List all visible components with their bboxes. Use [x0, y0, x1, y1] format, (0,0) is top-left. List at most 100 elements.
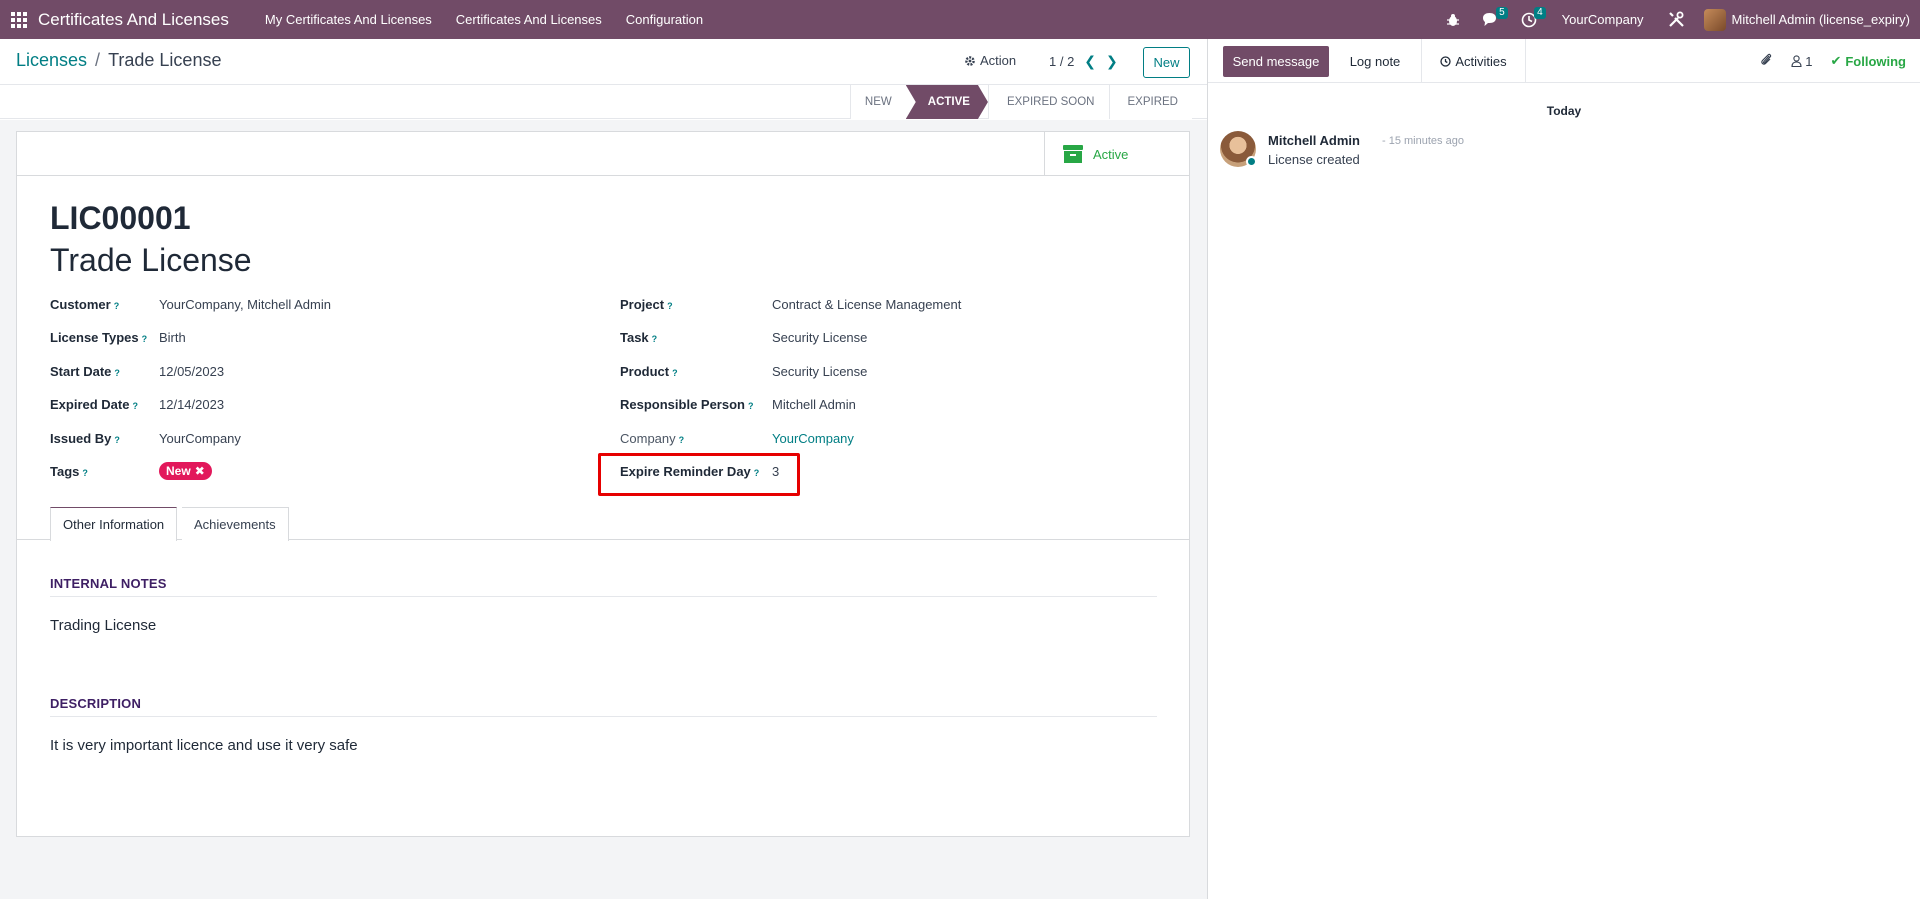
- help-icon[interactable]: ?: [114, 368, 120, 378]
- license-name[interactable]: Trade License: [50, 242, 252, 279]
- license-types-value[interactable]: Birth: [159, 330, 186, 345]
- help-icon[interactable]: ?: [652, 334, 658, 344]
- message-body: License created: [1268, 152, 1360, 167]
- tools-icon[interactable]: [1658, 0, 1696, 39]
- send-message-button[interactable]: Send message: [1223, 46, 1329, 77]
- menu-configuration[interactable]: Configuration: [614, 0, 715, 39]
- field-label: License Types: [50, 330, 139, 345]
- active-smart-button[interactable]: Active: [1044, 132, 1189, 176]
- help-icon[interactable]: ?: [672, 368, 678, 378]
- stage-pipeline: NEW ACTIVE EXPIRED SOON EXPIRED: [849, 85, 1192, 119]
- field-label: Customer: [50, 297, 111, 312]
- pager-value[interactable]: 1 / 2: [1049, 54, 1074, 69]
- help-icon[interactable]: ?: [679, 435, 685, 445]
- tag-new[interactable]: New ✖: [159, 462, 212, 480]
- action-button[interactable]: Action: [964, 53, 1016, 68]
- section-divider: [50, 716, 1157, 717]
- project-value[interactable]: Contract & License Management: [772, 297, 961, 312]
- main-menu: My Certificates And Licenses Certificate…: [253, 0, 715, 39]
- help-icon[interactable]: ?: [114, 435, 120, 445]
- help-icon[interactable]: ?: [142, 334, 148, 344]
- bug-icon[interactable]: [1434, 0, 1472, 39]
- field-start-date: Start Date? 12/05/2023: [50, 364, 224, 379]
- tab-other-information[interactable]: Other Information: [50, 507, 178, 541]
- help-icon[interactable]: ?: [667, 301, 673, 311]
- field-customer: Customer? YourCompany, Mitchell Admin: [50, 297, 331, 312]
- field-label: Project: [620, 297, 665, 312]
- field-company: Company? YourCompany: [620, 431, 854, 446]
- following-label: Following: [1845, 53, 1906, 69]
- user-name: Mitchell Admin (license_expiry): [1731, 12, 1910, 27]
- responsible-person-value[interactable]: Mitchell Admin: [772, 397, 856, 412]
- stage-new[interactable]: NEW: [849, 85, 906, 119]
- menu-my-certificates[interactable]: My Certificates And Licenses: [253, 0, 444, 39]
- chatter-actions: 1 ✔ Following: [1759, 39, 1906, 83]
- smart-button-box: Active: [17, 132, 1189, 176]
- issued-by-value[interactable]: YourCompany: [159, 431, 241, 446]
- archive-icon: [1063, 145, 1083, 163]
- activities-clock-icon[interactable]: 4: [1510, 0, 1548, 39]
- activities-badge: 4: [1534, 7, 1546, 19]
- company-value[interactable]: YourCompany: [772, 431, 854, 446]
- online-status-icon: [1246, 156, 1257, 167]
- product-value[interactable]: Security License: [772, 364, 867, 379]
- following-button[interactable]: ✔ Following: [1830, 53, 1906, 69]
- user-avatar: [1703, 8, 1726, 31]
- section-divider: [50, 596, 1157, 597]
- followers-button[interactable]: 1: [1791, 54, 1812, 69]
- customer-value[interactable]: YourCompany, Mitchell Admin: [159, 297, 331, 312]
- internal-notes-title: INTERNAL NOTES: [50, 576, 167, 591]
- help-icon[interactable]: ?: [748, 401, 754, 411]
- help-icon[interactable]: ?: [132, 401, 138, 411]
- internal-notes-text[interactable]: Trading License: [50, 617, 156, 634]
- field-label: Task: [620, 330, 649, 345]
- chatter-panel: Send message Log note Activities 1 ✔ Fol…: [1207, 39, 1920, 899]
- stage-active[interactable]: ACTIVE: [906, 85, 988, 119]
- tab-achievements[interactable]: Achievements: [182, 507, 289, 541]
- menu-certificates-and-licenses[interactable]: Certificates And Licenses: [444, 0, 614, 39]
- task-value[interactable]: Security License: [772, 330, 867, 345]
- help-icon[interactable]: ?: [114, 301, 120, 311]
- help-icon[interactable]: ?: [82, 468, 88, 478]
- message-author[interactable]: Mitchell Admin: [1268, 133, 1360, 148]
- notebook-tabs: Other Information Achievements: [17, 507, 1189, 541]
- log-note-button[interactable]: Log note: [1329, 39, 1422, 83]
- action-label: Action: [980, 53, 1017, 68]
- description-text[interactable]: It is very important licence and use it …: [50, 737, 358, 754]
- field-label: Responsible Person: [620, 397, 745, 412]
- expired-date-value[interactable]: 12/14/2023: [159, 397, 224, 412]
- activities-label: Activities: [1455, 53, 1507, 69]
- message-time: - 15 minutes ago: [1382, 135, 1464, 147]
- clock-icon: [1440, 55, 1451, 67]
- field-responsible-person: Responsible Person? Mitchell Admin: [620, 397, 856, 412]
- field-label: Start Date: [50, 364, 112, 379]
- description-title: DESCRIPTION: [50, 696, 142, 711]
- paperclip-icon[interactable]: [1759, 52, 1773, 70]
- breadcrumb-separator: /: [95, 50, 101, 70]
- activities-button[interactable]: Activities: [1422, 39, 1526, 83]
- stage-expired[interactable]: EXPIRED: [1108, 85, 1192, 119]
- navbar-systray: 5 4 YourCompany Mitchell Admin (license_…: [1434, 0, 1910, 39]
- breadcrumb-current: Trade License: [108, 50, 222, 70]
- tags-value[interactable]: New ✖: [159, 462, 212, 480]
- breadcrumb: Licenses / Trade License: [16, 50, 221, 71]
- pager-previous-icon[interactable]: ❮: [1084, 53, 1096, 70]
- app-title[interactable]: Certificates And Licenses: [38, 10, 229, 30]
- field-label: Tags: [50, 464, 80, 479]
- field-issued-by: Issued By? YourCompany: [50, 431, 241, 446]
- breadcrumb-licenses[interactable]: Licenses: [16, 50, 87, 71]
- messages-badge: 5: [1496, 7, 1508, 19]
- start-date-value[interactable]: 12/05/2023: [159, 364, 224, 379]
- field-label: Expired Date: [50, 397, 130, 412]
- pager-next-icon[interactable]: ❯: [1106, 53, 1118, 70]
- apps-menu-icon[interactable]: [0, 0, 38, 39]
- tag-label: New: [166, 464, 191, 478]
- stage-expired-soon[interactable]: EXPIRED SOON: [987, 85, 1109, 119]
- license-reference: LIC00001: [50, 200, 191, 236]
- new-button[interactable]: New: [1143, 47, 1190, 78]
- messages-icon[interactable]: 5: [1472, 0, 1510, 39]
- user-menu[interactable]: Mitchell Admin (license_expiry): [1696, 8, 1910, 31]
- company-switcher[interactable]: YourCompany: [1548, 12, 1658, 27]
- status-bar: NEW ACTIVE EXPIRED SOON EXPIRED: [0, 85, 1207, 119]
- tag-remove-icon[interactable]: ✖: [195, 464, 205, 478]
